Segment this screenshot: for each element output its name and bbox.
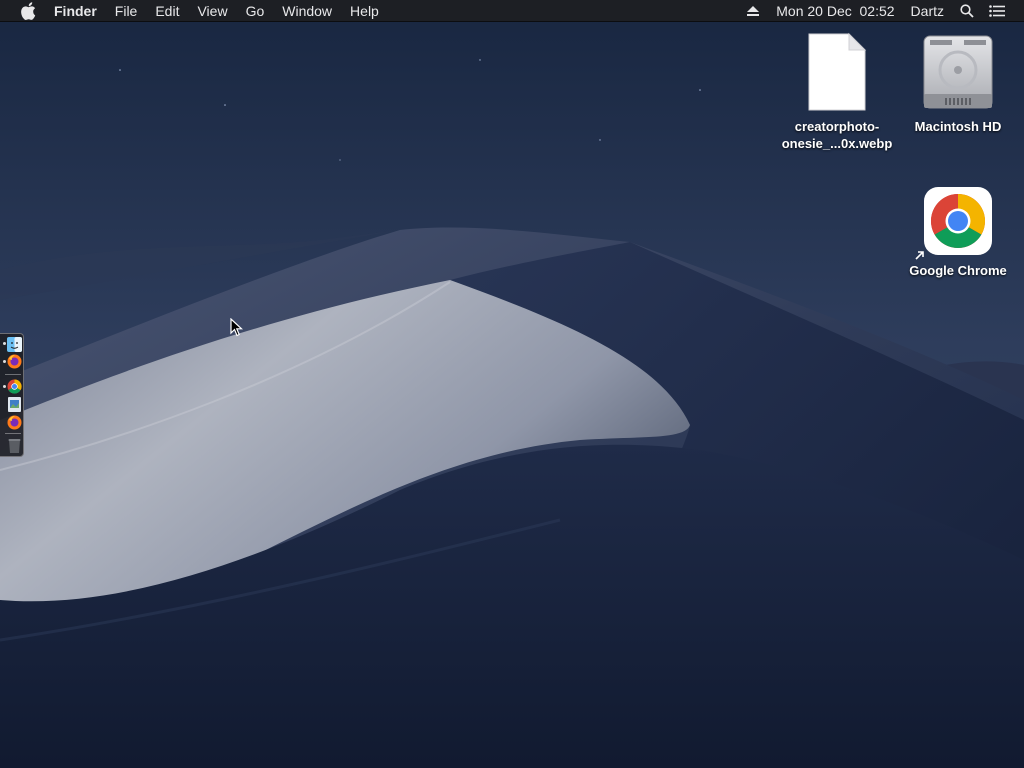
- desktop-chrome-label: Google Chrome: [909, 263, 1007, 278]
- desktop-macintosh-hd[interactable]: Macintosh HD: [898, 32, 1018, 135]
- spotlight-search-icon[interactable]: [952, 0, 982, 22]
- apple-logo-icon[interactable]: [20, 1, 38, 20]
- dock-firefox-icon[interactable]: [7, 354, 22, 369]
- desktop-file-webp[interactable]: creatorphoto- onesie_...0x.webp: [777, 32, 897, 152]
- dock-running-indicator: [3, 360, 6, 363]
- dock: [0, 333, 24, 457]
- dock-finder-icon[interactable]: [7, 337, 22, 352]
- menu-view[interactable]: View: [188, 0, 236, 22]
- menu-edit[interactable]: Edit: [146, 0, 188, 22]
- menu-clock[interactable]: Mon 20 Dec 02:52: [768, 0, 902, 22]
- document-file-icon: [808, 32, 867, 111]
- dock-separator: [5, 433, 21, 434]
- menu-app-name[interactable]: Finder: [52, 0, 106, 22]
- menu-user[interactable]: Dartz: [903, 0, 952, 22]
- hard-drive-icon: [923, 35, 993, 109]
- dock-separator: [5, 374, 21, 375]
- mouse-pointer-icon: [230, 318, 244, 337]
- menu-file[interactable]: File: [106, 0, 147, 22]
- dock-trash-icon[interactable]: [7, 438, 22, 453]
- dock-preview-icon[interactable]: [7, 397, 22, 412]
- dock-running-indicator: [3, 385, 6, 388]
- chrome-app-icon: [924, 187, 992, 255]
- menu-bar-status-area: Mon 20 Dec 02:52 Dartz: [738, 0, 1024, 22]
- menu-go[interactable]: Go: [237, 0, 274, 22]
- menu-window[interactable]: Window: [273, 0, 341, 22]
- dock-firefox-icon[interactable]: [7, 415, 22, 430]
- desktop-file-label: creatorphoto- onesie_...0x.webp: [781, 119, 893, 151]
- desktop-hd-label: Macintosh HD: [914, 119, 1002, 134]
- eject-icon[interactable]: [738, 0, 768, 22]
- menu-bar: Finder File Edit View Go Window Help Mon…: [0, 0, 1024, 22]
- desktop-google-chrome-alias[interactable]: Google Chrome: [898, 186, 1018, 279]
- alias-arrow-icon: [915, 251, 924, 260]
- menu-help[interactable]: Help: [341, 0, 388, 22]
- dock-running-indicator: [3, 342, 6, 345]
- dock-chrome-icon[interactable]: [7, 379, 22, 394]
- notification-center-icon[interactable]: [982, 0, 1012, 22]
- desktop[interactable]: creatorphoto- onesie_...0x.webp Macintos…: [0, 0, 1024, 768]
